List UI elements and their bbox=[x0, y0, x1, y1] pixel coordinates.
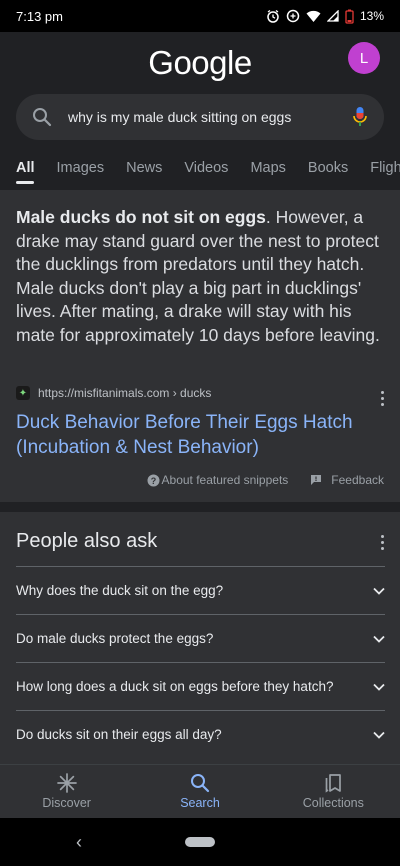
tab-images[interactable]: Images bbox=[46, 152, 116, 190]
search-tabs: All Images News Videos Maps Books Flight bbox=[0, 152, 400, 190]
result-url[interactable]: https://misfitanimals.com › ducks bbox=[38, 386, 211, 400]
site-favicon-icon: ✦ bbox=[16, 386, 30, 400]
discover-icon bbox=[56, 773, 77, 793]
tab-flights[interactable]: Flight bbox=[359, 152, 400, 190]
nav-discover-label: Discover bbox=[42, 796, 91, 810]
alarm-icon bbox=[267, 9, 279, 23]
paa-question[interactable]: Do ducks sit on their eggs all day? bbox=[16, 710, 385, 758]
result-source[interactable]: ✦ https://misfitanimals.com › ducks bbox=[16, 386, 211, 400]
status-icons: 13% bbox=[266, 9, 384, 24]
tab-books[interactable]: Books bbox=[297, 152, 359, 190]
paa-question[interactable]: Do male ducks protect the eggs? bbox=[16, 614, 385, 662]
snippet-footer: ? About featured snippets Feedback bbox=[147, 473, 384, 487]
collections-icon bbox=[325, 774, 342, 793]
status-time: 7:13 pm bbox=[16, 8, 63, 24]
tab-news[interactable]: News bbox=[115, 152, 173, 190]
help-icon: ? bbox=[147, 474, 160, 486]
paa-question-text: How long does a duck sit on eggs before … bbox=[16, 679, 334, 694]
paa-question[interactable]: How long does a duck sit on eggs before … bbox=[16, 662, 385, 710]
battery-percent: 13% bbox=[359, 9, 384, 23]
nav-search[interactable]: Search bbox=[133, 765, 266, 818]
account-avatar[interactable]: L bbox=[348, 42, 380, 74]
chevron-down-icon bbox=[373, 731, 385, 739]
result-more-icon[interactable] bbox=[380, 391, 384, 406]
feedback-icon bbox=[311, 475, 322, 485]
search-header: Google L why is my male duck sitting on … bbox=[0, 32, 400, 190]
tab-maps[interactable]: Maps bbox=[239, 152, 296, 190]
home-button[interactable] bbox=[185, 837, 215, 847]
paa-question-text: Do ducks sit on their eggs all day? bbox=[16, 727, 222, 742]
paa-more-icon[interactable] bbox=[380, 535, 384, 550]
svg-text:?: ? bbox=[150, 476, 156, 486]
about-featured-snippets-link[interactable]: ? About featured snippets bbox=[147, 473, 289, 487]
nav-collections-label: Collections bbox=[302, 796, 364, 810]
snippet-body-text: . However, a drake may stand guard over … bbox=[16, 207, 380, 345]
status-bar: 7:13 pm 13% bbox=[0, 0, 400, 32]
feedback-label: Feedback bbox=[331, 473, 384, 487]
tab-videos[interactable]: Videos bbox=[173, 152, 239, 190]
system-navigation-bar: ‹ bbox=[0, 818, 400, 866]
chevron-down-icon bbox=[373, 587, 385, 595]
google-logo: Google bbox=[148, 44, 252, 81]
search-icon bbox=[33, 108, 52, 127]
signal-icon bbox=[326, 10, 339, 22]
search-box[interactable]: why is my male duck sitting on eggs bbox=[16, 94, 384, 140]
battery-icon bbox=[345, 9, 354, 24]
search-icon bbox=[190, 774, 210, 793]
chevron-down-icon bbox=[373, 635, 385, 643]
nav-collections[interactable]: Collections bbox=[267, 765, 400, 818]
result-title-link[interactable]: Duck Behavior Before Their Eggs Hatch (I… bbox=[16, 410, 376, 460]
wifi-icon bbox=[306, 10, 321, 22]
people-also-ask: People also ask Why does the duck sit on… bbox=[0, 512, 400, 764]
tab-all[interactable]: All bbox=[0, 152, 46, 190]
paa-title: People also ask bbox=[16, 530, 158, 552]
feedback-link[interactable]: Feedback bbox=[310, 473, 384, 487]
paa-list: Why does the duck sit on the egg? Do mal… bbox=[16, 566, 385, 758]
paa-question-text: Do male ducks protect the eggs? bbox=[16, 631, 214, 646]
data-saver-icon bbox=[286, 9, 300, 23]
bottom-navigation: Discover Search Collections bbox=[0, 764, 400, 818]
snippet-text: Male ducks do not sit on eggs. However, … bbox=[16, 206, 384, 347]
paa-question-text: Why does the duck sit on the egg? bbox=[16, 583, 224, 598]
nav-discover[interactable]: Discover bbox=[0, 765, 133, 818]
nav-search-label: Search bbox=[180, 796, 220, 810]
back-button[interactable]: ‹ bbox=[76, 832, 82, 853]
search-query[interactable]: why is my male duck sitting on eggs bbox=[68, 109, 352, 125]
microphone-icon[interactable] bbox=[352, 106, 368, 128]
featured-snippet: Male ducks do not sit on eggs. However, … bbox=[0, 190, 400, 502]
about-featured-snippets-label: About featured snippets bbox=[161, 473, 289, 487]
paa-question[interactable]: Why does the duck sit on the egg? bbox=[16, 566, 385, 614]
chevron-down-icon bbox=[373, 683, 385, 691]
snippet-bold-text: Male ducks do not sit on eggs bbox=[16, 207, 266, 227]
